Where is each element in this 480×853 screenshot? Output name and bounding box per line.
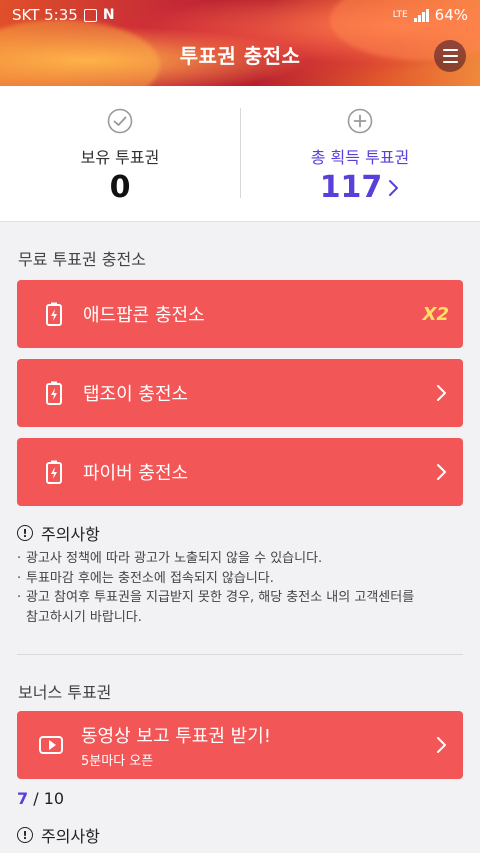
owned-votes-label: 보유 투표권 <box>80 148 160 167</box>
free-section-title: 무료 투표권 충전소 <box>18 250 146 269</box>
bonus-progress: 7 / 10 <box>17 789 64 808</box>
play-video-icon <box>39 736 63 754</box>
watch-video-labels: 동영상 보고 투표권 받기! 5분마다 오픈 <box>81 722 435 769</box>
bonus-progress-separator: / <box>28 789 44 808</box>
owned-votes: 보유 투표권 0 <box>0 86 240 221</box>
lte-indicator: LTE <box>392 10 408 20</box>
chevron-right-icon <box>389 179 399 196</box>
watch-video-label: 동영상 보고 투표권 받기! <box>81 725 271 747</box>
battery-text: 64% <box>434 6 468 24</box>
notice-item: 광고 참여후 투표권을 지급받지 못한 경우, 해당 충전소 내의 고객센터를 <box>17 588 467 608</box>
hamburger-line <box>442 55 458 57</box>
bonus-notice-title: 주의사항 <box>41 827 100 846</box>
bonus-progress-current: 7 <box>17 789 29 808</box>
vote-summary-card: 보유 투표권 0 총 획득 투표권 117 <box>0 86 480 222</box>
total-votes[interactable]: 총 획득 투표권 117 <box>240 86 480 221</box>
notice-item: 투표마감 후에는 충전소에 접속되지 않습니다. <box>17 569 467 589</box>
notice-item: 광고사 정책에 따라 광고가 노출되지 않을 수 있습니다. <box>17 549 467 569</box>
gallery-notification-icon <box>83 8 97 22</box>
total-votes-link[interactable]: 117 <box>320 170 401 205</box>
chevron-right-icon <box>437 737 446 753</box>
adpopcorn-label: 애드팝콘 충전소 <box>83 305 205 326</box>
status-bar: SKT 5:35 N LTE 64% <box>0 0 480 30</box>
battery-charge-icon <box>46 381 62 405</box>
bonus-section-title: 보너스 투표권 <box>18 683 112 702</box>
check-circle-icon <box>107 108 133 134</box>
section-divider <box>17 654 463 655</box>
hamburger-menu-icon <box>442 49 458 51</box>
carrier-time: SKT 5:35 <box>12 6 78 24</box>
warning-icon: ! <box>17 827 33 843</box>
chevron-right-icon <box>437 385 446 401</box>
notice-list: 광고사 정책에 따라 광고가 노출되지 않을 수 있습니다. 투표마감 후에는 … <box>17 549 467 627</box>
fiber-charge-button[interactable]: 파이버 충전소 <box>17 438 463 506</box>
double-reward-badge: X2 <box>422 303 449 325</box>
notification-n-icon: N <box>102 7 115 23</box>
app-header: SKT 5:35 N LTE 64% 투표권 충전소 <box>0 0 480 86</box>
notice-heading: ! 주의사항 <box>17 521 100 545</box>
menu-button[interactable] <box>434 40 466 72</box>
page-title: 투표권 충전소 <box>179 44 301 68</box>
bonus-notice-heading: ! 주의사항 <box>17 823 100 847</box>
chevron-right-icon <box>437 464 446 480</box>
bonus-progress-total: 10 <box>43 789 65 808</box>
battery-charge-icon <box>46 460 62 484</box>
tapjoy-charge-button[interactable]: 탭조이 충전소 <box>17 359 463 427</box>
hamburger-line <box>442 61 458 63</box>
notice-title: 주의사항 <box>41 525 100 544</box>
summary-divider <box>240 108 241 198</box>
watch-video-sublabel: 5분마다 오픈 <box>81 753 154 769</box>
warning-icon: ! <box>17 525 33 541</box>
notice-item-continued: 참고하시기 바랍니다. <box>26 609 142 625</box>
total-votes-value: 117 <box>319 170 383 205</box>
total-votes-label: 총 획득 투표권 <box>310 148 410 167</box>
battery-charge-icon <box>46 302 62 326</box>
adpopcorn-charge-button[interactable]: 애드팝콘 충전소 X2 <box>17 280 463 348</box>
tapjoy-label: 탭조이 충전소 <box>83 384 189 405</box>
owned-votes-value: 0 <box>109 170 131 205</box>
plus-circle-icon <box>347 108 373 134</box>
fiber-label: 파이버 충전소 <box>83 463 189 484</box>
signal-icon <box>413 8 429 22</box>
watch-video-button[interactable]: 동영상 보고 투표권 받기! 5분마다 오픈 <box>17 711 463 779</box>
